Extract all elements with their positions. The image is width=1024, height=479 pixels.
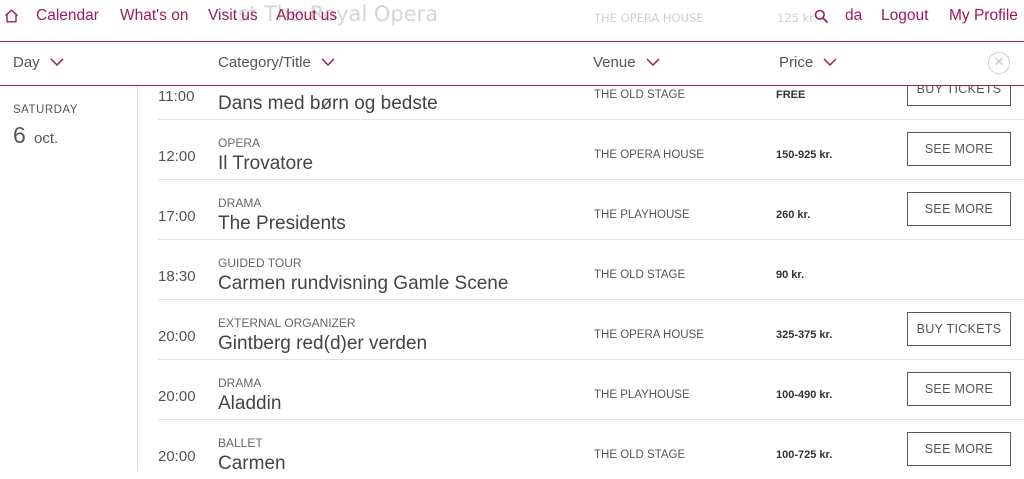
close-icon[interactable]: ✕ — [988, 52, 1010, 74]
event-price: 100-490 kr. — [776, 389, 833, 401]
event-time: 20:00 — [158, 448, 196, 465]
event-venue: THE OLD STAGE — [594, 89, 686, 101]
event-time: 12:00 — [158, 148, 196, 165]
event-title[interactable]: Aladdin — [218, 393, 281, 415]
event-price: 150-925 kr. — [776, 149, 833, 161]
filter-venue-label: Venue — [593, 54, 636, 71]
event-time: 11:00 — [158, 88, 195, 105]
nav-whats-on[interactable]: What's on — [120, 7, 188, 25]
event-time: 17:00 — [158, 208, 196, 225]
filter-day-label: Day — [13, 54, 40, 71]
scrolled-event-venue: THE OPERA HOUSE — [594, 11, 704, 25]
scrolled-event-price: 125 kr. — [777, 11, 817, 25]
logout-link[interactable]: Logout — [881, 7, 928, 25]
event-venue: THE OLD STAGE — [594, 269, 686, 281]
event-title[interactable]: Carmen — [218, 453, 286, 475]
event-venue: THE OLD STAGE — [594, 449, 686, 461]
my-profile-link[interactable]: My Profile — [949, 7, 1018, 25]
weekday-label: SATURDAY — [13, 104, 78, 116]
event-venue: THE PLAYHOUSE — [594, 389, 690, 401]
event-category: BALLET — [218, 436, 263, 450]
event-row[interactable]: 18:30 GUIDED TOUR Carmen rundvisning Gam… — [158, 239, 1024, 300]
event-title[interactable]: Il Trovatore — [218, 153, 313, 175]
nav-calendar[interactable]: Calendar — [36, 7, 99, 25]
search-icon[interactable] — [814, 9, 828, 23]
day-number: 6 — [13, 122, 26, 148]
nav-about-us[interactable]: About us — [276, 7, 337, 25]
event-venue: THE OPERA HOUSE — [594, 149, 704, 161]
see-more-button[interactable]: SEE MORE — [907, 372, 1011, 406]
event-time: 20:00 — [158, 328, 196, 345]
see-more-button[interactable]: SEE MORE — [907, 432, 1011, 466]
event-time: 18:30 — [158, 268, 196, 285]
event-row[interactable]: 20:00 BALLET Carmen THE OLD STAGE 100-72… — [158, 419, 1024, 479]
event-title[interactable]: Carmen rundvisning Gamle Scene — [218, 273, 508, 295]
event-price: 260 kr. — [776, 209, 811, 221]
event-category: EXTERNAL ORGANIZER — [218, 316, 356, 330]
event-category: OPERA — [218, 136, 261, 150]
nav-visit-us[interactable]: Visit us — [208, 7, 258, 25]
filter-header: Day Category/Title Venue Price ✕ — [0, 41, 1024, 86]
event-category: DRAMA — [218, 376, 262, 390]
month-label: oct. — [34, 130, 59, 147]
see-more-button[interactable]: SEE MORE — [907, 132, 1011, 166]
filter-category-title-label: Category/Title — [218, 54, 311, 71]
event-price: FREE — [776, 89, 806, 101]
top-navigation: st The Royal Opera THE OPERA HOUSE 125 k… — [0, 0, 1024, 34]
event-venue: THE OPERA HOUSE — [594, 329, 704, 341]
event-time: 20:00 — [158, 388, 196, 405]
filter-day[interactable]: Day — [13, 54, 64, 71]
event-price: 325-375 kr. — [776, 329, 833, 341]
event-row[interactable]: 20:00 EXTERNAL ORGANIZER Gintberg red(d)… — [158, 299, 1024, 360]
event-price: 90 kr. — [776, 269, 805, 281]
chevron-down-icon — [646, 58, 660, 66]
filter-price[interactable]: Price — [779, 54, 837, 71]
event-venue: THE PLAYHOUSE — [594, 209, 690, 221]
chevron-down-icon — [50, 58, 64, 66]
event-row[interactable]: 20:00 DRAMA Aladdin THE PLAYHOUSE 100-49… — [158, 359, 1024, 420]
language-switch[interactable]: da — [845, 7, 862, 25]
event-title[interactable]: Gintberg red(d)er verden — [218, 333, 427, 355]
day-column: SATURDAY 6 oct. — [0, 84, 138, 471]
event-price: 100-725 kr. — [776, 449, 833, 461]
filter-price-label: Price — [779, 54, 814, 71]
event-title[interactable]: Dans med børn og bedste — [218, 93, 438, 115]
filter-venue[interactable]: Venue — [593, 54, 660, 71]
chevron-down-icon — [823, 58, 837, 66]
event-title[interactable]: The Presidents — [218, 213, 346, 235]
event-row[interactable]: 12:00 OPERA Il Trovatore THE OPERA HOUSE… — [158, 119, 1024, 180]
home-icon[interactable] — [4, 9, 19, 23]
see-more-button[interactable]: SEE MORE — [907, 192, 1011, 226]
scrolled-event-title: st The Royal Opera — [238, 2, 439, 26]
event-category: GUIDED TOUR — [218, 256, 302, 270]
event-category: DRAMA — [218, 196, 262, 210]
event-row[interactable]: 17:00 DRAMA The Presidents THE PLAYHOUSE… — [158, 179, 1024, 240]
chevron-down-icon — [321, 58, 335, 66]
filter-category-title[interactable]: Category/Title — [218, 54, 335, 71]
buy-tickets-button[interactable]: BUY TICKETS — [907, 312, 1011, 346]
